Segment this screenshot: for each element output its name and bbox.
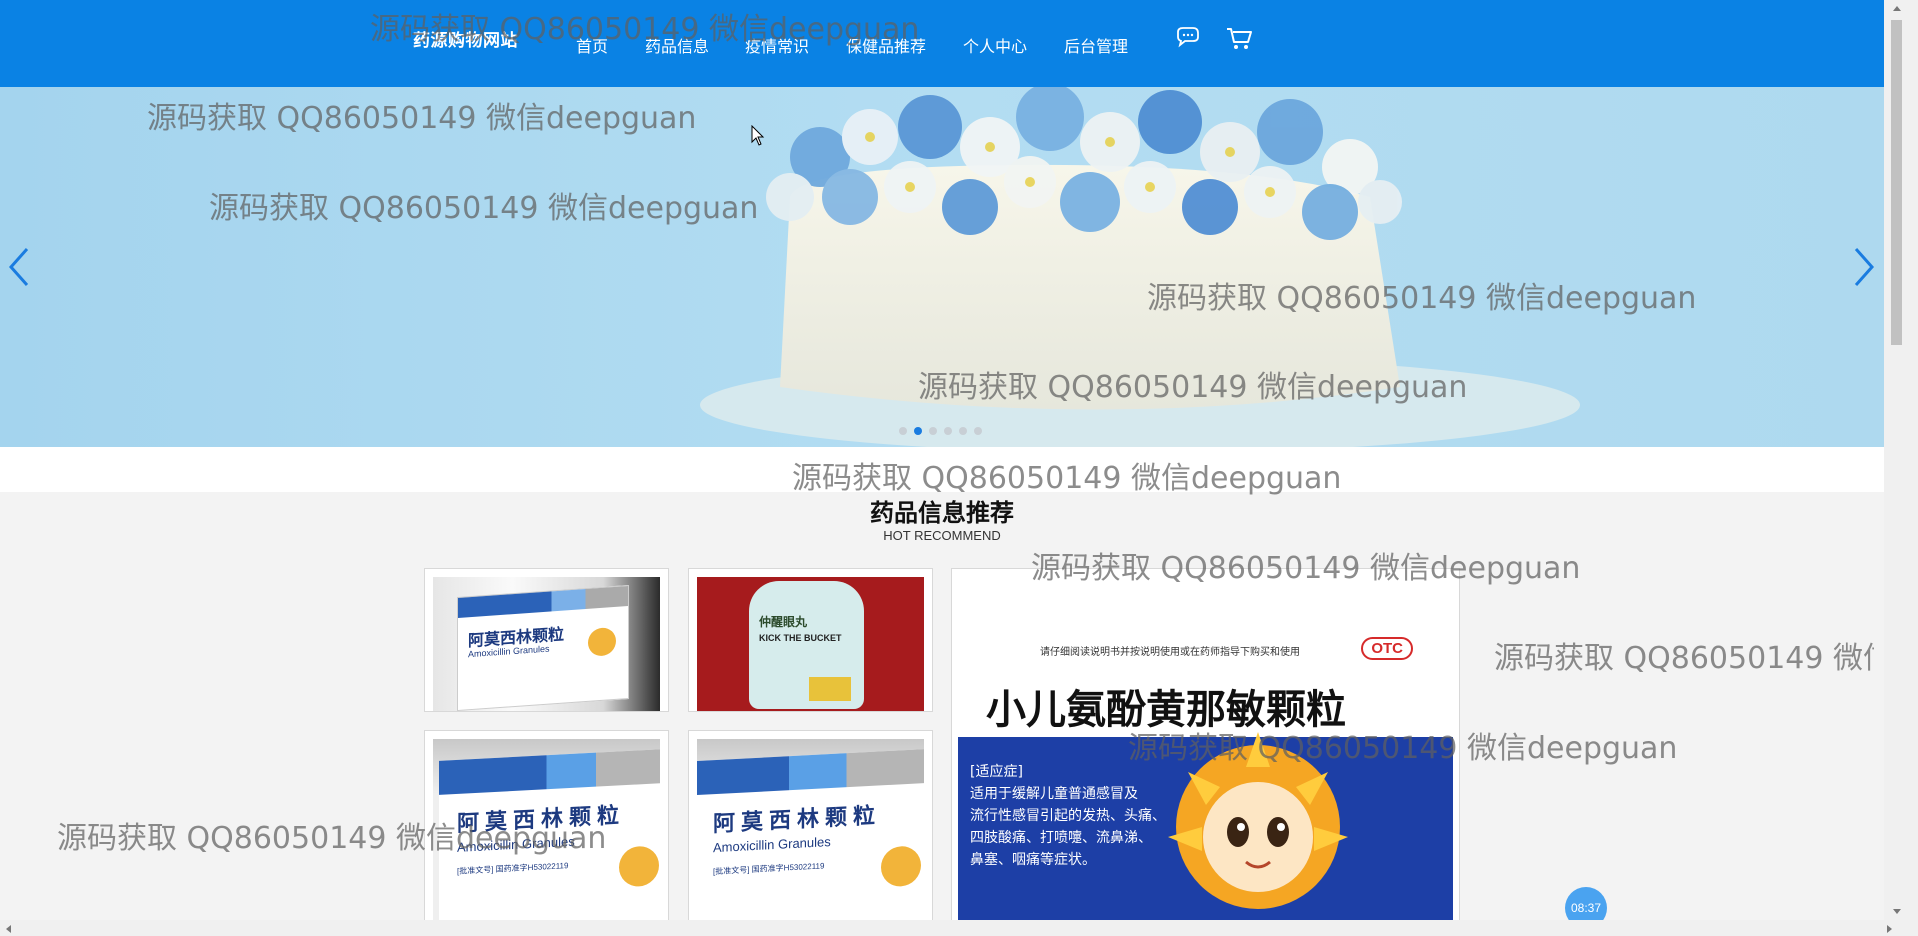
product-name-label: 阿莫西林颗粒 — [713, 803, 882, 838]
product-card-amoxicillin[interactable]: 阿莫西林颗粒 Amoxicillin Granules — [424, 568, 669, 712]
drug-box-image: 阿莫西林颗粒 Amoxicillin Granules [批准文号] 国药准字H… — [697, 748, 924, 921]
drug-box-image: 阿莫西林颗粒 Amoxicillin Granules — [457, 584, 629, 711]
carousel-dot[interactable] — [929, 427, 937, 435]
product-blue-panel: [适应症] 适用于缓解儿童普通感冒及 流行性感冒引起的发热、头痛、 四肢酸痛、打… — [958, 732, 1453, 921]
nav-health-products[interactable]: 保健品推荐 — [846, 33, 926, 57]
nav-admin[interactable]: 后台管理 — [1064, 33, 1128, 57]
hero-carousel[interactable] — [0, 87, 1884, 447]
sun-mascot-image — [1168, 732, 1348, 909]
site-logo[interactable]: 药源购物网站 — [413, 26, 518, 51]
product-approval-label: [批准文号] 国药准字H53022119 — [457, 861, 569, 876]
drug-box-image: 阿莫西林颗粒 Amoxicillin Granules [批准文号] 国药准字H… — [439, 749, 660, 921]
product-note-label: 请仔细阅读说明书并按说明使用或在药师指导下购买和使用 — [1040, 647, 1300, 658]
carousel-prev-icon[interactable] — [5, 245, 33, 289]
carousel-dot-active[interactable] — [914, 427, 922, 435]
product-name-label: 阿莫西林颗粒 — [457, 803, 626, 837]
product-name-label: 仲醒眼丸 — [759, 615, 808, 629]
banner-cake-image — [0, 87, 1884, 447]
nav-epidemic-knowledge[interactable]: 疫情常识 — [745, 33, 809, 57]
carousel-dot[interactable] — [899, 427, 907, 435]
carousel-dot[interactable] — [974, 427, 982, 435]
white-strip — [0, 447, 1884, 492]
carousel-next-icon[interactable] — [1850, 245, 1878, 289]
product-approval-label: [批准文号] 国药准字H53022119 — [713, 861, 825, 877]
watermark-text: 源码获取 QQ86050149 微信deepguan — [1494, 641, 1874, 676]
indication-label: [适应症] — [970, 764, 1023, 780]
scroll-up-icon[interactable] — [1892, 4, 1902, 12]
product-card-amoxicillin-2[interactable]: 阿莫西林颗粒 Amoxicillin Granules [批准文号] 国药准字H… — [424, 730, 669, 922]
top-navbar: 药源购物网站 首页 药品信息 疫情常识 保健品推荐 个人中心 后台管理 — [0, 0, 1884, 87]
section-title: 药品信息推荐 — [870, 499, 1014, 527]
nav-medicine-info[interactable]: 药品信息 — [645, 33, 709, 57]
product-card-eye-pill[interactable]: 仲醒眼丸 KICK THE BUCKET — [688, 568, 933, 712]
section-subtitle: HOT RECOMMEND — [883, 528, 1001, 543]
horizontal-scrollbar[interactable] — [0, 920, 1918, 936]
product-en-label: KICK THE BUCKET — [759, 633, 842, 643]
chat-icon[interactable] — [1172, 24, 1202, 52]
scroll-right-icon[interactable] — [1886, 924, 1894, 934]
product-card-amoxicillin-3[interactable]: 阿莫西林颗粒 Amoxicillin Granules [批准文号] 国药准字H… — [688, 730, 933, 922]
pill-bottle-image: 仲醒眼丸 KICK THE BUCKET — [749, 581, 864, 709]
product-card-children-cold-granules[interactable]: 请仔细阅读说明书并按说明使用或在药师指导下购买和使用 OTC 小儿氨酚黄那敏颗粒… — [951, 568, 1460, 922]
cart-icon[interactable] — [1224, 24, 1254, 52]
indication-text: 适用于缓解儿童普通感冒及 流行性感冒引起的发热、头痛、 四肢酸痛、打喷嚏、流鼻涕… — [970, 786, 1166, 868]
mouse-cursor-icon — [751, 125, 765, 146]
otc-badge: OTC — [1361, 637, 1413, 660]
scrollbar-thumb[interactable] — [1891, 20, 1902, 345]
vertical-scrollbar[interactable] — [1884, 0, 1918, 920]
carousel-dot[interactable] — [959, 427, 967, 435]
nav-home[interactable]: 首页 — [576, 33, 608, 57]
scroll-left-icon[interactable] — [4, 924, 12, 934]
carousel-dot[interactable] — [944, 427, 952, 435]
carousel-dots — [899, 427, 982, 435]
nav-personal-center[interactable]: 个人中心 — [963, 33, 1027, 57]
scroll-down-icon[interactable] — [1892, 908, 1902, 916]
